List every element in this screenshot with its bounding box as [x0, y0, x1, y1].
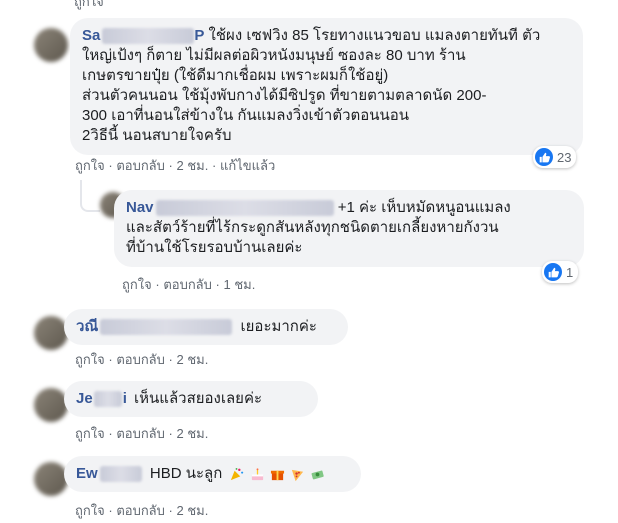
like-link[interactable]: ถูกใจ — [75, 158, 105, 173]
comment-text: HBD นะลูก — [149, 465, 223, 482]
separator: · — [168, 352, 173, 367]
like-icon — [544, 263, 562, 281]
timestamp[interactable]: 1 ชม. — [224, 277, 256, 292]
reaction-count-number: 23 — [557, 149, 572, 165]
like-link[interactable]: ถูกใจ — [75, 352, 105, 367]
separator: · — [168, 158, 173, 173]
emoji-group — [228, 465, 325, 482]
separator: · — [108, 426, 113, 441]
separator: · — [108, 352, 113, 367]
avatar[interactable] — [34, 28, 68, 62]
separator: · — [108, 503, 113, 518]
redacted-name — [93, 391, 122, 408]
redacted-name — [99, 466, 142, 483]
comment-bubble: Je i เห็นแล้วสยองเลยค่ะ — [64, 381, 318, 417]
comment-actions: ถูกใจ · ตอบกลับ · 2 ชม. — [75, 423, 208, 444]
reply-thread-line — [80, 180, 100, 212]
separator: · — [108, 158, 113, 173]
comment-bubble: Ew HBD นะลูก — [64, 456, 361, 492]
redacted-name — [100, 319, 233, 336]
comment-actions: ถูกใจ · ตอบกลับ · 1 ชม. — [122, 274, 255, 295]
reaction-count-number: 1 — [566, 264, 574, 280]
like-link[interactable]: ถูกใจ — [122, 277, 152, 292]
timestamp[interactable]: 2 ชม. — [177, 158, 209, 173]
comment-author-name[interactable]: Ew — [76, 465, 142, 483]
like-link[interactable]: ถูกใจ — [75, 426, 105, 441]
redacted-name — [102, 28, 195, 45]
comment-text: +1 ค่ะ เห็บหมัดหนูอนแมลง — [337, 199, 511, 216]
comment-author-name[interactable]: วณี — [76, 318, 233, 336]
comment-bubble: Nav +1 ค่ะ เห็บหมัดหนูอนแมลง และสัตว์ร้า… — [114, 190, 584, 267]
separator: · — [211, 158, 217, 173]
comment-text: เกษตรขายปุ๋ย (ใช้ดีมากเชื่อผม เพราะผมก็ใ… — [82, 67, 389, 84]
comment-text: ที่บ้านใช้โรยรอบบ้านเลยค่ะ — [126, 239, 303, 256]
separator: · — [168, 426, 173, 441]
avatar[interactable] — [34, 462, 68, 496]
comment-text: 2วิธีนี้ นอนสบายใจครับ — [82, 127, 232, 144]
reply-link[interactable]: ตอบกลับ — [116, 503, 165, 518]
comment-text: และสัตว์ร้ายที่ไร้กระดูกสันหลังทุกชนิดตา… — [126, 219, 499, 236]
separator: · — [168, 503, 173, 518]
reply-link[interactable]: ตอบกลับ — [163, 277, 212, 292]
gift-icon — [270, 470, 284, 480]
reply-link[interactable]: ตอบกลับ — [116, 352, 165, 367]
timestamp[interactable]: 2 ชม. — [177, 503, 209, 518]
reaction-count[interactable]: 23 — [533, 146, 577, 168]
reply-link[interactable]: ตอบกลับ — [116, 158, 165, 173]
comment-text: ใหญ่เป้งๆ ก็ตาย ไม่มีผลต่อผิวหนังมนุษย์ … — [82, 47, 466, 64]
comment-actions: ถูกใจ · ตอบกลับ · 2 ชม. · แก้ไขแล้ว — [75, 155, 275, 176]
comment-actions: ถูกใจ · ตอบกลับ · 2 ชม. — [75, 500, 208, 521]
party-popper-icon — [231, 467, 244, 480]
comment-author-name[interactable]: Sa P — [82, 27, 204, 45]
pizza-icon — [291, 469, 304, 481]
separator: · — [215, 277, 220, 292]
money-icon — [311, 470, 324, 479]
edited-label[interactable]: แก้ไขแล้ว — [220, 158, 275, 173]
avatar[interactable] — [34, 316, 68, 350]
comment-text: เยอะมากค่ะ — [240, 318, 317, 335]
timestamp[interactable]: 2 ชม. — [177, 352, 209, 367]
comment-text: เห็นแล้วสยองเลยค่ะ — [134, 390, 263, 407]
like-link[interactable]: ถูกใจ — [75, 503, 105, 518]
reply-link[interactable]: ตอบกลับ — [116, 426, 165, 441]
previous-comment-actions-remnant: ถูกใจ — [74, 0, 104, 9]
reaction-count[interactable]: 1 — [542, 261, 579, 283]
timestamp[interactable]: 2 ชม. — [177, 426, 209, 441]
comment-bubble: วณี เยอะมากค่ะ — [64, 309, 348, 345]
comment-actions: ถูกใจ · ตอบกลับ · 2 ชม. — [75, 349, 208, 370]
separator: · — [155, 277, 160, 292]
like-icon — [535, 148, 553, 166]
comment-text: ใช้ผง เซฟวิง 85 โรยทางแนวขอบ แมลงตายทันท… — [208, 27, 541, 44]
comment-bubble: Sa P ใช้ผง เซฟวิง 85 โรยทางแนวขอบ แมลงตาย… — [70, 18, 583, 155]
birthday-cake-icon — [251, 467, 263, 480]
comment-text: 300 เอาที่นอนใส่ข้างใน กันแมลงวิ่งเข้าตั… — [82, 107, 410, 124]
redacted-name — [155, 200, 334, 217]
comment-author-name[interactable]: Je i — [76, 390, 127, 408]
comment-text: ส่วนตัวคนนอน ใช้มุ้งพับกางได้มีซิปรูด ที… — [82, 87, 487, 104]
avatar[interactable] — [34, 388, 68, 422]
comment-author-name[interactable]: Nav — [126, 199, 334, 217]
